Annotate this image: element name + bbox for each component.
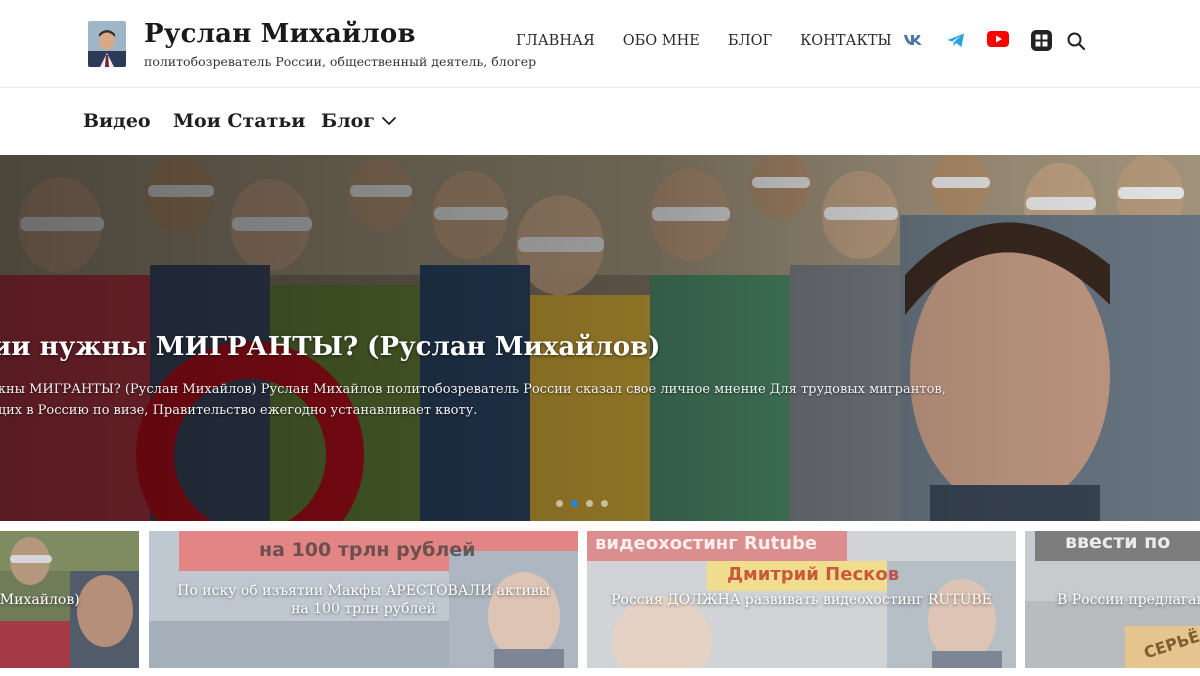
- nav-contacts[interactable]: КОНТАКТЫ: [800, 33, 892, 49]
- card-banner-text: Дмитрий Песков: [727, 564, 900, 585]
- rutube-icon[interactable]: [1030, 29, 1052, 51]
- top-navigation: ГЛАВНАЯ ОБО МНЕ БЛОГ КОНТАКТЫ: [516, 33, 892, 49]
- post-card[interactable]: на 100 трлн рублей По иску об изъятии Ма…: [149, 531, 578, 668]
- hero-description-line: щих в Россию по визе, Правительство ежег…: [0, 403, 478, 418]
- menu-item-blog[interactable]: Блог: [321, 110, 375, 132]
- slider-dot[interactable]: [556, 500, 563, 507]
- post-card-caption[interactable]: н Михайлов): [0, 591, 139, 609]
- youtube-icon[interactable]: [986, 30, 1010, 48]
- post-card-caption[interactable]: В России предлагают: [1025, 591, 1200, 609]
- slider-pagination: [556, 500, 608, 507]
- hero-description: жны МИГРАНТЫ? (Руслан Михайлов) Руслан М…: [0, 379, 946, 421]
- nav-blog[interactable]: БЛОГ: [728, 33, 772, 49]
- card-banner-text: ввести по: [1065, 531, 1171, 553]
- site-title[interactable]: Руслан Михайлов: [144, 19, 416, 49]
- secondary-menu: Видео Мои Статьи Блог: [0, 89, 1200, 155]
- menu-item-video[interactable]: Видео: [83, 110, 151, 132]
- hero-description-line: жны МИГРАНТЫ? (Руслан Михайлов) Руслан М…: [0, 382, 946, 397]
- search-icon[interactable]: [1066, 31, 1086, 51]
- nav-about[interactable]: ОБО МНЕ: [623, 33, 700, 49]
- post-card-caption[interactable]: Россия ДОЛЖНА развивать видеохостинг RUT…: [587, 591, 1016, 609]
- post-card[interactable]: ввести по СЕРЬЁ В России предлагают: [1025, 531, 1200, 668]
- slider-dot[interactable]: [586, 500, 593, 507]
- post-card[interactable]: н Михайлов): [0, 531, 139, 668]
- nav-home[interactable]: ГЛАВНАЯ: [516, 33, 595, 49]
- hero-slider[interactable]: ии нужны МИГРАНТЫ? (Руслан Михайлов) жны…: [0, 155, 1200, 521]
- menu-item-articles[interactable]: Мои Статьи: [173, 110, 305, 132]
- site-header: Руслан Михайлов политобозреватель России…: [0, 0, 1200, 88]
- post-card-caption[interactable]: По иску об изъятии Макфы АРЕСТОВАЛИ акти…: [149, 582, 578, 618]
- hero-title[interactable]: ии нужны МИГРАНТЫ? (Руслан Михайлов): [0, 332, 660, 362]
- slider-dot-active[interactable]: [571, 500, 578, 507]
- card-banner-text: видеохостинг Rutube: [595, 533, 818, 554]
- telegram-icon[interactable]: [946, 31, 966, 49]
- card-banner-text: на 100 трлн рублей: [259, 539, 476, 561]
- vk-icon[interactable]: [902, 31, 924, 49]
- chevron-down-icon[interactable]: [380, 113, 398, 129]
- site-tagline: политобозреватель России, общественный д…: [144, 54, 537, 69]
- slider-dot[interactable]: [601, 500, 608, 507]
- site-avatar[interactable]: [88, 21, 126, 67]
- post-card[interactable]: видеохостинг Rutube Дмитрий Песков Росси…: [587, 531, 1016, 668]
